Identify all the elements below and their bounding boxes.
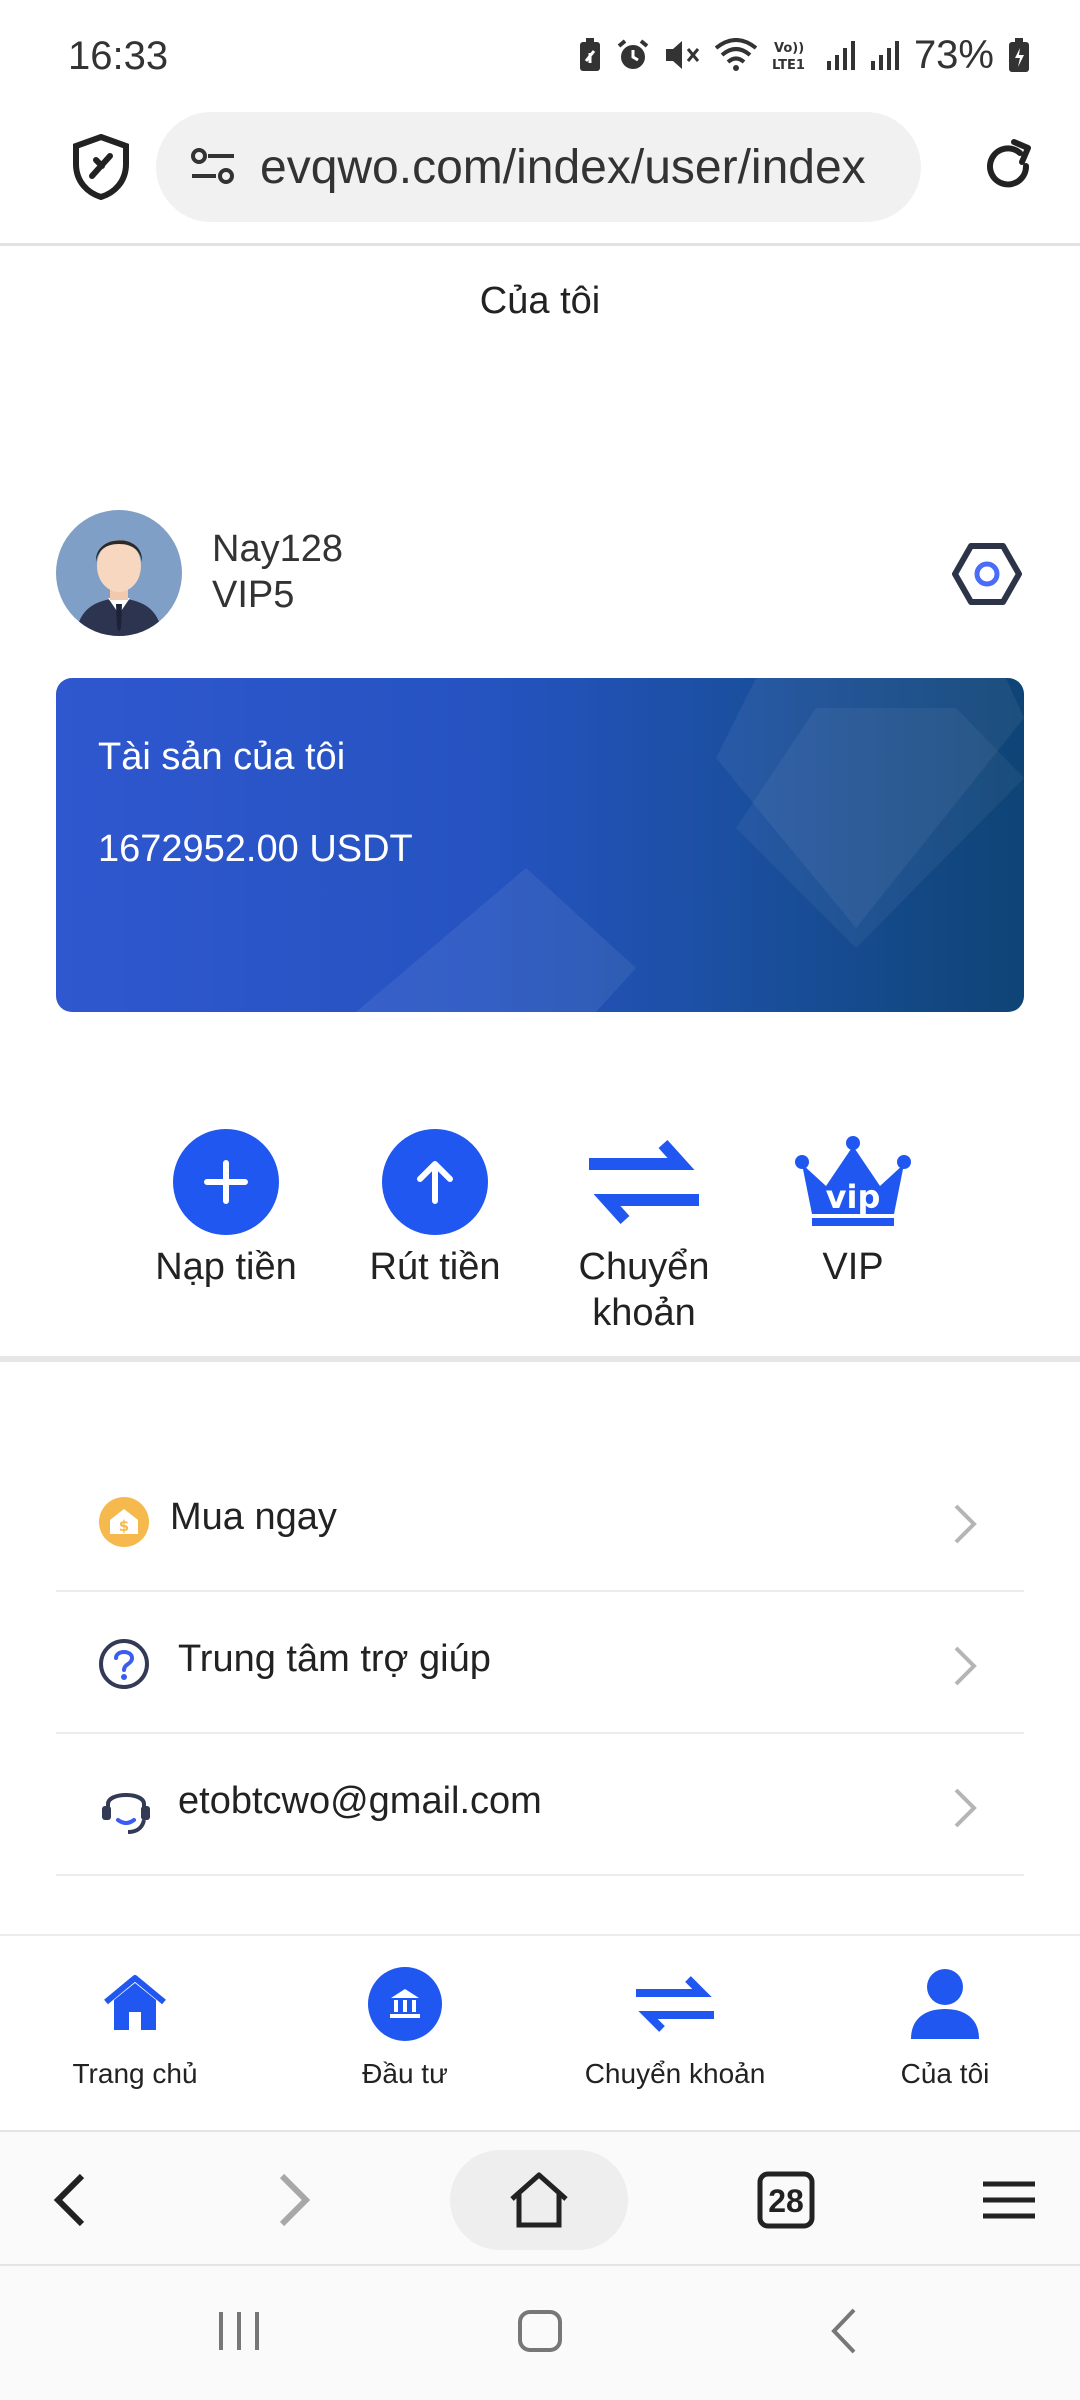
tab-home-label: Trang chủ [72,2058,198,2089]
vip-level: VIP5 [212,574,295,616]
user-icon [911,1969,979,2039]
transfer-icon [636,1976,714,2032]
buy-now-label: Mua ngay [170,1496,337,1538]
transfer-icon [589,1139,699,1225]
back-arrow-icon [53,2173,85,2227]
system-home-icon[interactable] [516,2306,564,2356]
headset-icon [102,1793,150,1834]
svg-text:$: $ [119,1517,129,1535]
tab-my-account[interactable]: Của tôi [810,1958,1080,2090]
status-time: 16:33 [68,34,169,78]
transfer-label: Chuyển khoản [578,1246,710,1334]
tab-invest-label: Đầu tư [362,2058,448,2089]
volte-icon: Vo)) LTE1 [772,41,805,72]
list-item-buy-now[interactable]: $ Mua ngay [56,1450,1024,1592]
mute-icon [665,41,700,69]
alarm-icon [617,39,649,69]
battery-saver-icon [579,38,600,71]
tabs-button[interactable]: 28 [750,2150,822,2250]
reload-icon[interactable] [978,136,1038,196]
signal-icon [826,41,855,70]
tab-invest[interactable]: Đầu tư [270,1958,540,2090]
svg-text:LTE1: LTE1 [772,58,805,72]
status-bar: 16:33 Vo)) LTE1 73% [0,0,1080,100]
wifi-icon [714,38,758,71]
username: Nay128 [212,528,343,570]
battery-icon [1009,38,1029,72]
hamburger-menu-icon [983,2181,1035,2219]
help-icon [99,1639,149,1689]
site-settings-icon[interactable] [190,146,236,186]
avatar[interactable] [56,510,182,636]
transfer-button[interactable]: Chuyển khoản [544,1126,744,1336]
tab-transfer[interactable]: Chuyển khoản [540,1958,810,2090]
recent-apps-icon[interactable] [216,2306,262,2356]
url-text[interactable]: evqwo.com/index/user/index [260,140,900,195]
chevron-right-icon [954,1504,977,1544]
tab-transfer-label: Chuyển khoản [584,2058,766,2089]
browser-home-button[interactable] [450,2150,628,2250]
signal-icon [870,41,899,70]
svg-text:vip: vip [826,1178,881,1216]
vip-crown-icon: vip [795,1136,911,1226]
asset-value: 1672952.00 USDT [98,828,413,870]
bank-icon [368,1967,442,2041]
asset-card: Tài sản của tôi 1672952.00 USDT [56,678,1024,1012]
deposit-label: Nạp tiền [155,1246,297,1288]
bottom-tab-bar: Trang chủ Đầu tư Chuyển khoản Của tôi [0,1934,1080,2130]
arrow-up-icon [382,1129,488,1235]
list-item-support-email[interactable]: etobtcwo@gmail.com [56,1734,1024,1876]
vip-button[interactable]: vip VIP [753,1126,953,1290]
help-center-label: Trung tâm trợ giúp [178,1638,491,1680]
page-title: Của tôi [479,280,601,322]
home-outline-icon [510,2172,568,2228]
status-icons: Vo)) LTE1 73% [578,30,1030,80]
shop-icon: $ [99,1497,149,1547]
chevron-right-icon [954,1788,977,1828]
menu-button[interactable] [976,2150,1042,2250]
vip-label: VIP [822,1246,884,1288]
back-button[interactable] [40,2150,100,2250]
browser-address-bar: evqwo.com/index/user/index [0,100,1080,246]
forward-button[interactable] [264,2150,324,2250]
home-icon [104,1975,166,2030]
list-item-help-center[interactable]: Trung tâm trợ giúp [56,1592,1024,1734]
tab-count: 28 [768,2183,804,2219]
url-field[interactable]: evqwo.com/index/user/index [156,112,921,222]
withdraw-label: Rút tiền [369,1246,501,1288]
chevron-right-icon [954,1646,977,1686]
forward-arrow-icon [279,2173,311,2227]
settings-icon[interactable] [952,542,1022,606]
section-divider [0,1356,1080,1362]
tab-my-account-label: Của tôi [900,2058,990,2089]
deposit-button[interactable]: Nạp tiền [126,1126,326,1290]
browser-toolbar: 28 [0,2130,1080,2266]
plus-icon [173,1129,279,1235]
shield-icon[interactable] [72,134,130,200]
battery-percent: 73% [913,32,994,77]
system-navigation-bar [0,2266,1080,2400]
system-back-icon[interactable] [826,2306,860,2356]
support-email-label: etobtcwo@gmail.com [178,1780,542,1822]
asset-label: Tài sản của tôi [98,736,346,778]
tab-home[interactable]: Trang chủ [0,1958,270,2090]
svg-text:Vo)): Vo)) [774,41,804,56]
withdraw-button[interactable]: Rút tiền [335,1126,535,1290]
